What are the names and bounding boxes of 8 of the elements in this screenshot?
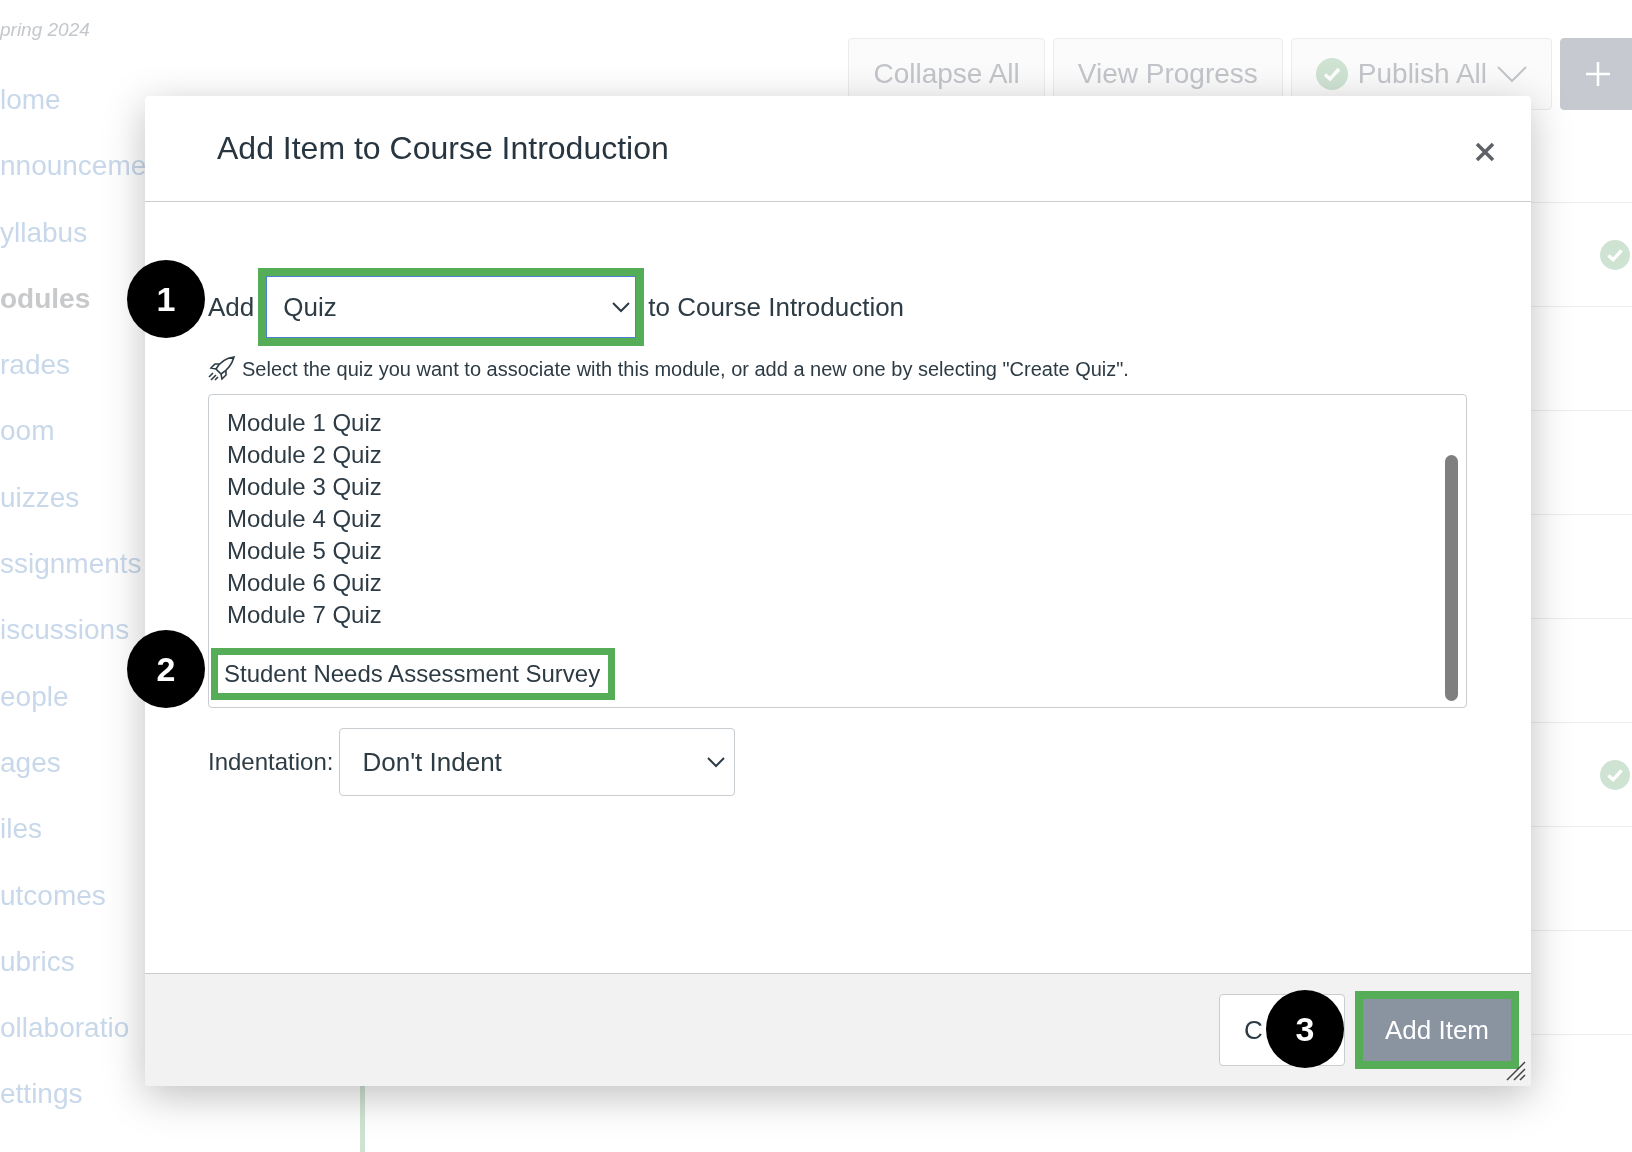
- add-label: Add: [208, 290, 255, 324]
- indentation-label: Indentation:: [208, 747, 334, 777]
- step-number-tooltip: 2: [127, 630, 205, 708]
- step-number-tooltip: 1: [127, 260, 205, 338]
- dialog-title: Add Item to Course Introduction: [217, 129, 669, 168]
- term-label: pring 2024: [0, 18, 91, 42]
- hint-text: Select the quiz you want to associate with this module, or add a new one by selecting "Create Quiz".: [242, 357, 1129, 382]
- target-label: to Course Introduction: [648, 290, 905, 324]
